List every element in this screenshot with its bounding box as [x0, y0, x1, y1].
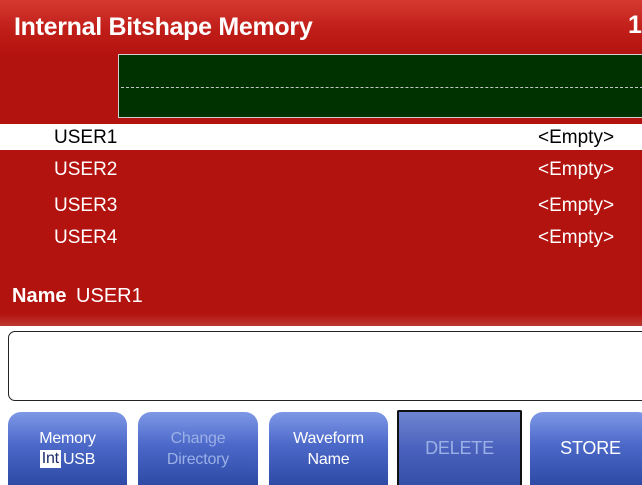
name-entry-field[interactable]: [8, 331, 642, 401]
waveform-name-softkey[interactable]: Waveform Name: [269, 412, 388, 485]
delete-softkey-label: DELETE: [425, 438, 494, 458]
title-bar: Internal Bitshape Memory 1: [0, 0, 642, 55]
change-directory-line1: Change: [170, 429, 226, 447]
memory-slot-status: <Empty>: [538, 227, 615, 248]
memory-list-item[interactable]: USER4 <Empty>: [0, 224, 642, 250]
memory-list-item[interactable]: USER1 <Empty>: [0, 124, 642, 150]
channel-indicator: 1: [628, 11, 642, 39]
memory-slot-status: <Empty>: [538, 159, 615, 180]
memory-slot-status: <Empty>: [538, 127, 615, 148]
name-value: USER1: [76, 285, 143, 307]
waveform-name-line1: Waveform: [293, 429, 364, 447]
waveform-preview: [118, 54, 642, 118]
memory-list-item[interactable]: USER2 <Empty>: [0, 156, 642, 182]
memory-slot-status: <Empty>: [538, 195, 615, 216]
preview-baseline: [121, 87, 642, 88]
name-label: Name: [12, 285, 67, 307]
store-softkey[interactable]: STORE: [530, 412, 642, 485]
memory-softkey[interactable]: Memory Int USB: [8, 412, 127, 485]
waveform-name-line2: Name: [307, 450, 350, 468]
memory-list-item[interactable]: USER3 <Empty>: [0, 192, 642, 218]
change-directory-softkey[interactable]: Change Directory: [138, 412, 258, 485]
page-title: Internal Bitshape Memory: [14, 13, 313, 41]
memory-softkey-label: Memory: [39, 429, 96, 447]
memory-slot-name: USER1: [54, 127, 118, 148]
memory-slot-name: USER3: [54, 195, 118, 216]
memory-slot-name: USER2: [54, 159, 118, 180]
change-directory-line2: Directory: [166, 450, 230, 468]
memory-option-int: Int: [39, 450, 61, 468]
memory-option-usb: USB: [62, 450, 96, 468]
name-display: Name USER1: [12, 285, 143, 308]
delete-softkey[interactable]: DELETE: [397, 410, 522, 485]
store-softkey-label: STORE: [560, 438, 621, 458]
memory-slot-name: USER4: [54, 227, 118, 248]
memory-location-toggle: Int USB: [39, 449, 96, 470]
